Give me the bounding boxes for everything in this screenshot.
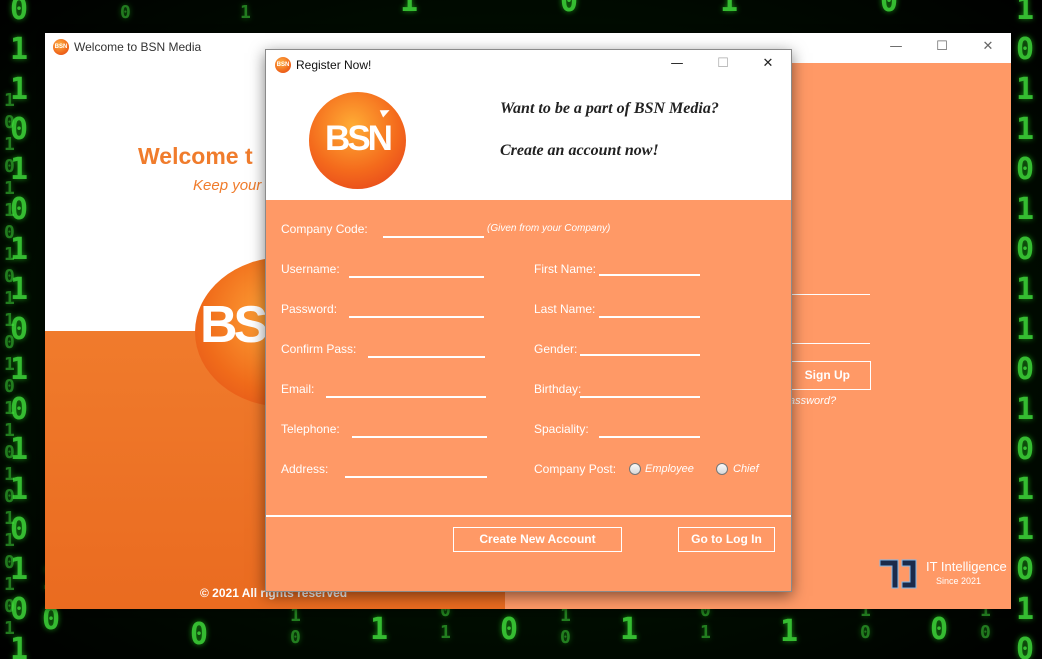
speciality-field[interactable] (599, 420, 700, 438)
main-window-title: Welcome to BSN Media (74, 40, 202, 54)
bsn-logo-text: BSN (325, 119, 393, 158)
password-field[interactable] (349, 300, 484, 318)
welcome-subtitle: Keep your (193, 177, 262, 194)
gender-field[interactable] (580, 338, 700, 356)
register-dialog: BSN Register Now! — ☐ ✕ BSN Want to be a… (265, 49, 792, 592)
matrix-column: 0 (880, 0, 899, 19)
close-icon[interactable]: ✕ (745, 50, 791, 80)
matrix-column: 1 (620, 612, 639, 647)
company-post-label: Company Post: (534, 462, 617, 476)
email-label: Email: (281, 382, 315, 396)
register-titlebar[interactable]: BSN Register Now! — ☐ ✕ (266, 50, 791, 80)
matrix-column: 1 (370, 612, 389, 647)
register-title: Register Now! (296, 58, 372, 72)
matrix-column: 1 0 1 1 0 1 0 1 1 0 1 0 1 1 0 1 0 (1016, 0, 1035, 659)
footer-divider (266, 515, 791, 517)
login-field-line[interactable] (790, 294, 870, 295)
maximize-icon[interactable]: ☐ (700, 50, 746, 80)
first-name-label: First Name: (534, 262, 597, 276)
chief-radio[interactable] (716, 463, 728, 475)
minimize-icon[interactable]: — (654, 50, 700, 80)
welcome-heading: Welcome t (138, 143, 253, 169)
matrix-column: 0 (560, 0, 579, 19)
login-field-line[interactable] (790, 343, 870, 344)
sign-up-button[interactable]: Sign Up (790, 361, 871, 390)
gender-label: Gender: (534, 342, 578, 356)
go-to-login-button[interactable]: Go to Log In (678, 527, 775, 552)
employee-radio-label[interactable]: Employee (645, 463, 694, 475)
speciality-label: Spaciality: (534, 422, 589, 436)
username-field[interactable] (349, 260, 484, 278)
matrix-column: 1 0 (560, 605, 571, 648)
matrix-column: 1 (720, 0, 739, 19)
matrix-column: 1 (780, 614, 799, 649)
birthday-field[interactable] (580, 380, 700, 398)
telephone-field[interactable] (352, 420, 487, 438)
matrix-column: 0 (500, 612, 519, 647)
minimize-icon[interactable]: — (873, 33, 919, 63)
matrix-column: 0 (930, 612, 949, 647)
address-field[interactable] (345, 460, 487, 478)
it-intelligence-logo (879, 559, 917, 589)
company-code-label: Company Code: (281, 222, 368, 236)
telephone-label: Telephone: (281, 422, 340, 436)
create-account-button[interactable]: Create New Account (453, 527, 622, 552)
forgot-password-link[interactable]: assword? (789, 395, 836, 407)
confirm-pass-label: Confirm Pass: (281, 342, 357, 356)
bsn-app-icon: BSN (275, 57, 291, 73)
confirm-pass-field[interactable] (368, 340, 485, 358)
chief-radio-label[interactable]: Chief (733, 463, 759, 475)
maximize-icon[interactable]: ☐ (919, 33, 965, 63)
employee-radio[interactable] (629, 463, 641, 475)
address-label: Address: (281, 462, 329, 476)
password-label: Password: (281, 302, 338, 316)
register-header: BSN Want to be a part of BSN Media? Crea… (266, 80, 791, 200)
matrix-column: 1 0 (290, 605, 301, 648)
close-icon[interactable]: ✕ (965, 33, 1011, 63)
username-label: Username: (281, 262, 340, 276)
email-field[interactable] (326, 380, 486, 398)
company-code-field[interactable] (383, 220, 484, 238)
paper-plane-icon (379, 106, 392, 118)
matrix-column: 1 (240, 2, 251, 23)
first-name-field[interactable] (599, 258, 700, 276)
it-intelligence-name: IT Intelligence (926, 559, 1007, 574)
company-code-hint: (Given from your Company) (487, 223, 611, 234)
bsn-logo: BSN (309, 92, 406, 189)
it-intelligence-since: Since 2021 (936, 576, 982, 586)
matrix-column: 0 (190, 617, 209, 652)
matrix-column: 0 (120, 2, 131, 23)
last-name-field[interactable] (599, 300, 700, 318)
birthday-label: Birthday: (534, 382, 582, 396)
register-subheading: Create an account now! (500, 142, 659, 159)
matrix-column: 1 (400, 0, 419, 19)
last-name-label: Last Name: (534, 302, 596, 316)
register-heading: Want to be a part of BSN Media? (500, 100, 719, 117)
bsn-app-icon: BSN (53, 39, 69, 55)
matrix-column: 1 0 1 0 1 1 0 1 0 1 1 0 1 0 1 1 0 1 0 1 … (4, 90, 15, 639)
